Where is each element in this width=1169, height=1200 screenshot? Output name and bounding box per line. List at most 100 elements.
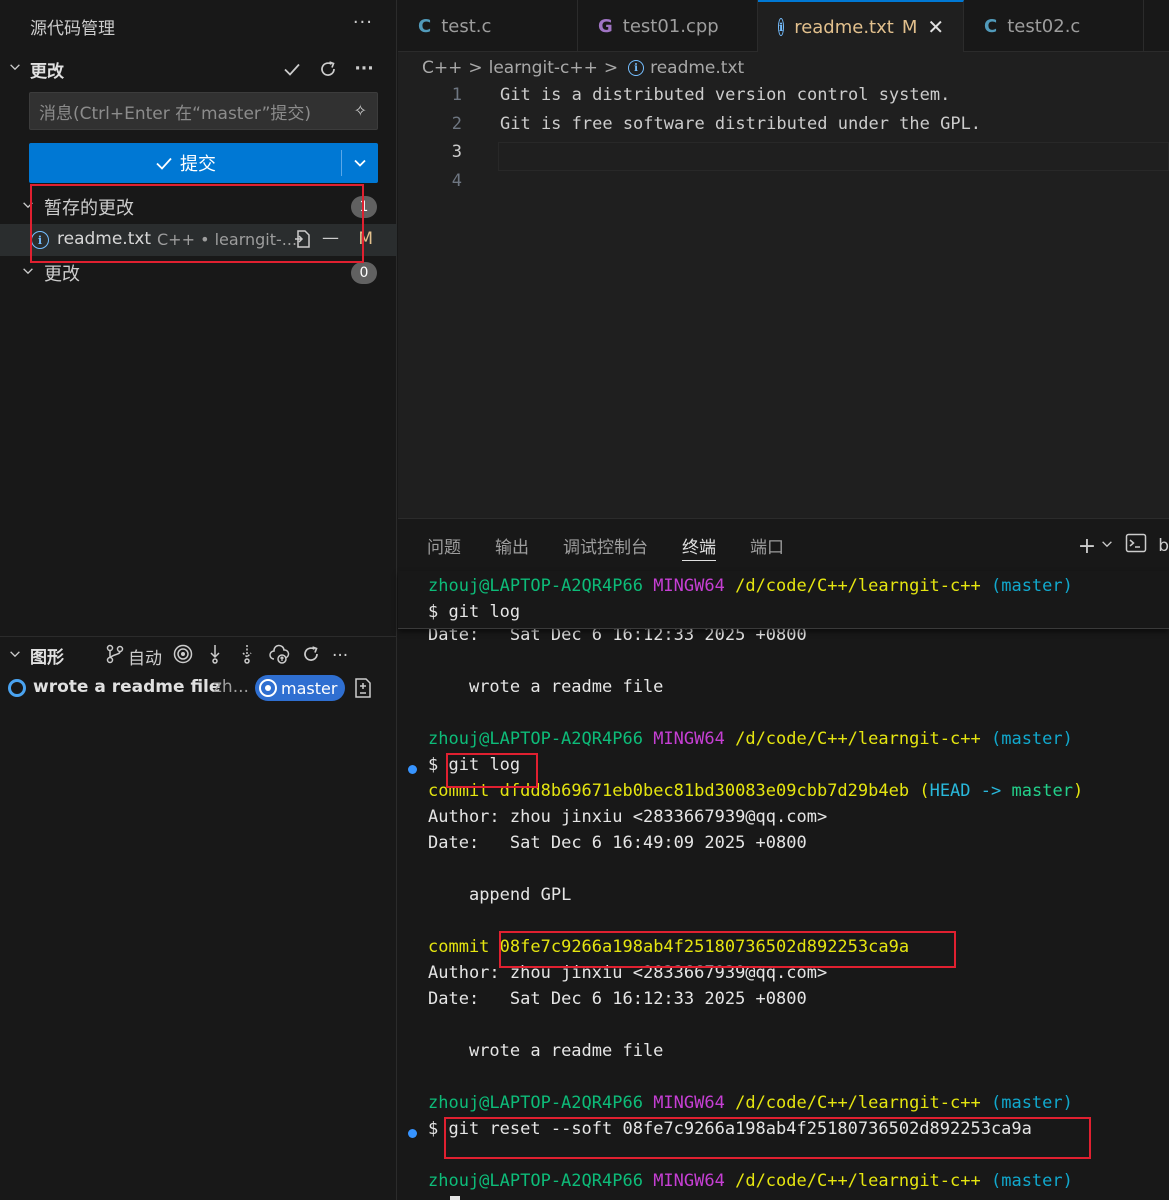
command-decoration-icon[interactable] [408, 765, 417, 774]
line-text: Git is free software distributed under t… [500, 114, 982, 134]
line-number: 3 [451, 142, 462, 162]
tab-label: test02.c [1007, 15, 1081, 37]
chevron-down-icon[interactable] [0, 647, 30, 665]
sparkle-icon[interactable]: ✧ [354, 101, 367, 120]
code-line[interactable]: 1 Git is a distributed version control s… [398, 85, 1169, 114]
terminal-sticky-scroll[interactable]: zhouj@LAPTOP-A2QR4P66 MINGW64 /d/code/C+… [398, 571, 1169, 629]
commit-button[interactable]: 提交 [29, 143, 378, 183]
open-changes-icon[interactable] [353, 676, 373, 705]
commit-message-input[interactable]: 消息(Ctrl+Enter 在“master”提交) ✧ [29, 92, 378, 130]
cloud-push-icon[interactable] [268, 643, 290, 670]
commit-node-icon [8, 679, 26, 697]
breadcrumb: C++ > learngit-c++ > i readme.txt [422, 58, 744, 78]
terminal-line: append GPL [468, 885, 572, 905]
staged-group-label: 暂存的更改 [44, 198, 134, 219]
breadcrumb-separator: > [468, 58, 483, 78]
file-status-modified: M [358, 229, 373, 249]
code-line-current[interactable]: 3 [398, 142, 1169, 171]
tab-problems[interactable]: 问题 [427, 519, 461, 571]
terminal-line: commit dfdd8b69671eb0bec81bd30083e09cbb7… [428, 781, 1084, 801]
breadcrumb-part[interactable]: learngit-c++ [489, 58, 598, 78]
terminal-line: Date: Sat Dec 6 16:12:33 2025 +0800 [428, 989, 807, 1009]
commit-dropdown-icon[interactable] [342, 143, 378, 183]
tab-label: readme.txt [794, 16, 894, 38]
open-file-icon[interactable] [292, 228, 312, 255]
tab-label: test01.cpp [622, 15, 719, 37]
commit-check-icon[interactable] [281, 58, 303, 80]
graph-auto-label[interactable]: 自动 [128, 644, 162, 669]
graph-commit-item[interactable]: wrote a readme file zh... master [0, 672, 397, 704]
info-file-icon: i [628, 60, 645, 76]
changes-section-header[interactable]: 更改 ··· [0, 52, 397, 86]
breadcrumb-separator: > [603, 58, 619, 78]
graph-section-title: 图形 [30, 648, 64, 668]
branch-badge: master [255, 675, 346, 701]
current-line-highlight [498, 142, 1169, 171]
terminal-prompt: zhouj@LAPTOP-A2QR4P66 MINGW64 /d/code/C+… [428, 1093, 1073, 1113]
terminal-line: Author: zhou jinxiu <2833667939@qq.com> [428, 807, 828, 827]
terminal-line: wrote a readme file [468, 1041, 664, 1061]
terminal-line: Date: Sat Dec 6 16:49:09 2025 +0800 [428, 833, 807, 853]
editor-tabs: C test.c G test01.cpp i readme.txt M ✕ C… [398, 0, 1169, 52]
refresh-icon[interactable] [317, 58, 339, 80]
sidebar-title: 源代码管理 [30, 18, 115, 39]
more-icon[interactable]: ··· [332, 646, 348, 666]
graph-section-header[interactable]: 图形 自动 ··· [0, 636, 397, 674]
staged-changes-group[interactable]: 暂存的更改 1 [0, 191, 397, 223]
staged-file-item[interactable]: i readme.txt C++ • learngit-... — M [0, 224, 397, 256]
cpp-file-icon: G [598, 15, 613, 37]
refresh-icon[interactable] [300, 643, 322, 670]
fetch-icon[interactable] [204, 643, 226, 670]
check-icon [156, 157, 172, 170]
tab-test02-c[interactable]: C test02.c [964, 0, 1144, 52]
tab-ports[interactable]: 端口 [750, 519, 784, 571]
commit-message-placeholder: 消息(Ctrl+Enter 在“master”提交) [39, 103, 312, 124]
file-name: readme.txt [57, 229, 152, 249]
chevron-down-icon[interactable] [0, 60, 30, 78]
branch-icon[interactable] [104, 643, 126, 670]
new-terminal-plus-icon[interactable]: + [1078, 534, 1096, 559]
sidebar-header: 源代码管理 ··· [0, 0, 397, 52]
changes-group-label: 更改 [44, 264, 80, 285]
tab-readme-txt[interactable]: i readme.txt M ✕ [758, 0, 964, 52]
more-icon[interactable]: ··· [353, 58, 375, 80]
terminal-output[interactable]: Date: Sat Dec 6 16:12:33 2025 +0800 wrot… [398, 571, 1169, 1200]
tab-debug-console[interactable]: 调试控制台 [563, 519, 648, 571]
tab-output[interactable]: 输出 [495, 519, 529, 571]
chevron-down-icon[interactable] [0, 198, 44, 216]
c-file-icon: C [418, 15, 432, 37]
changes-section-title: 更改 [30, 61, 64, 82]
pull-icon[interactable] [236, 643, 258, 670]
changes-count-badge: 0 [351, 262, 377, 284]
tab-test01-cpp[interactable]: G test01.cpp [578, 0, 758, 52]
breadcrumb-part[interactable]: readme.txt [650, 58, 744, 78]
code-line[interactable]: 4 [398, 171, 1169, 200]
target-icon[interactable] [172, 643, 194, 670]
info-file-icon: i [31, 231, 49, 249]
c-file-icon: C [984, 15, 998, 37]
close-icon[interactable]: ✕ [927, 15, 944, 39]
more-actions-icon[interactable]: ··· [353, 12, 373, 33]
panel-tabs: 问题 输出 调试控制台 终端 端口 + b [398, 519, 1169, 571]
terminal-name-label[interactable]: b [1158, 536, 1169, 556]
tab-modified-indicator: M [901, 16, 918, 38]
line-number: 1 [451, 85, 462, 105]
terminal-line: wrote a readme file [468, 677, 664, 697]
breadcrumb-part[interactable]: C++ [422, 58, 462, 78]
line-number: 4 [451, 171, 462, 191]
editor-area[interactable]: C++ > learngit-c++ > i readme.txt 1 Git … [398, 52, 1169, 518]
changes-group[interactable]: 更改 0 [0, 257, 397, 289]
graph-commit-message: wrote a readme file [33, 677, 221, 697]
code-line[interactable]: 2 Git is free software distributed under… [398, 114, 1169, 143]
tab-terminal[interactable]: 终端 [682, 519, 716, 571]
command-decoration-icon[interactable] [408, 1129, 417, 1138]
tab-test-c[interactable]: C test.c [398, 0, 578, 52]
terminal-icon[interactable] [1124, 531, 1148, 561]
staged-count-badge: 1 [351, 196, 377, 218]
chevron-down-icon[interactable] [0, 264, 44, 282]
terminal-line: Author: zhou jinxiu <2833667939@qq.com> [428, 963, 828, 983]
unstage-minus-icon[interactable]: — [322, 228, 339, 255]
chevron-down-icon[interactable] [1100, 537, 1114, 555]
commit-main-button[interactable]: 提交 [29, 143, 341, 183]
source-control-sidebar: 源代码管理 ··· 更改 ··· 消息(Ctrl+Enter 在“master”… [0, 0, 397, 1200]
